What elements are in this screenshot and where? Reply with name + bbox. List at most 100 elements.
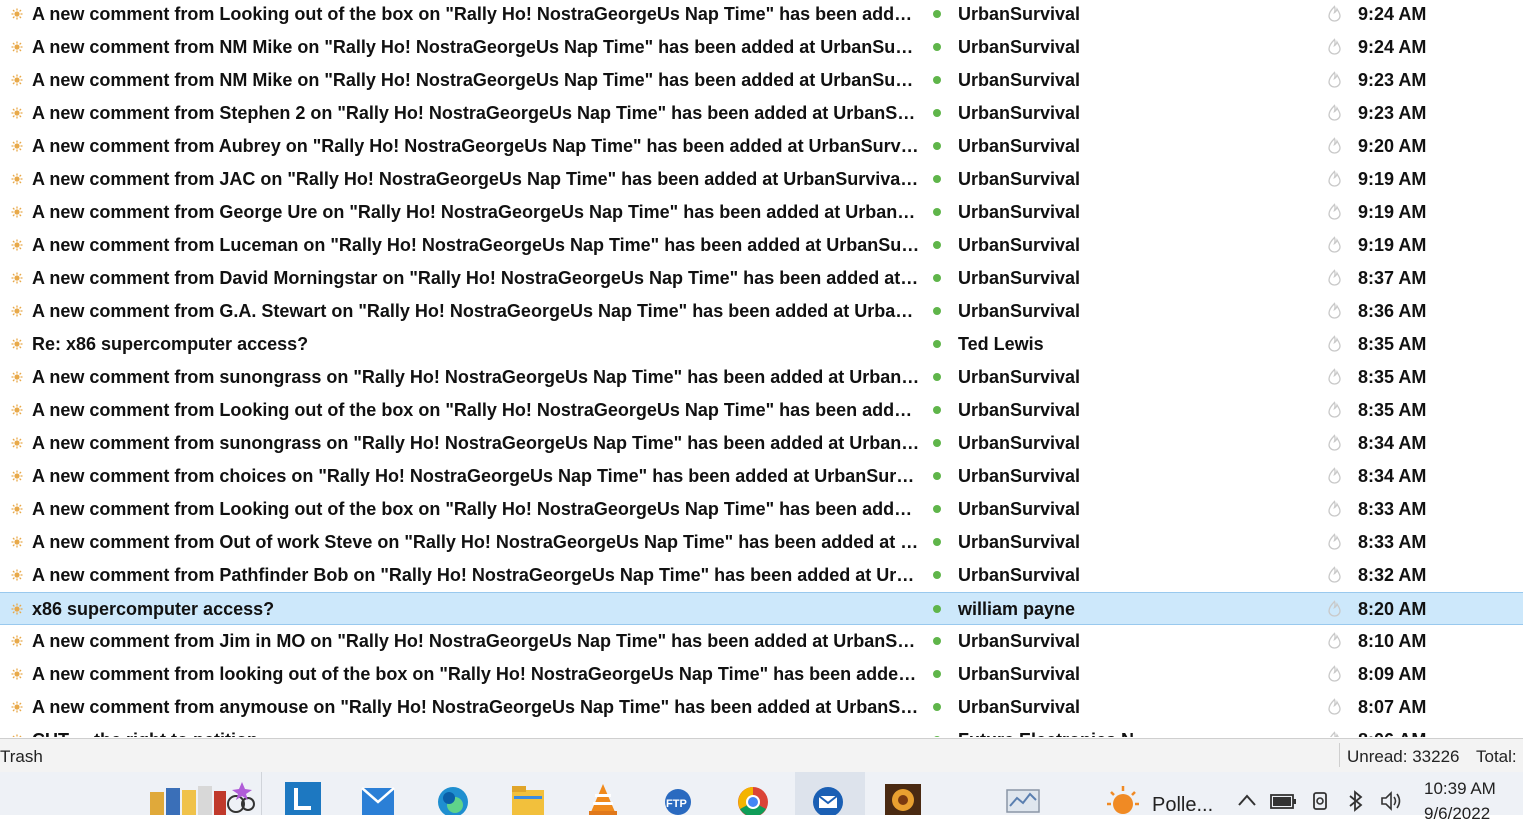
message-sender[interactable]: UrbanSurvival <box>958 696 1258 718</box>
star-icon[interactable] <box>11 569 23 581</box>
message-subject[interactable]: A new comment from Looking out of the bo… <box>32 399 920 421</box>
message-subject[interactable]: A new comment from David Morningstar on … <box>32 267 920 289</box>
media-app-icon[interactable] <box>885 782 921 815</box>
junk-flame-icon[interactable] <box>1326 500 1343 517</box>
junk-flame-icon[interactable] <box>1326 137 1343 154</box>
message-time[interactable]: 9:19 AM <box>1358 168 1458 190</box>
message-row[interactable]: CUT ... the right to petition Future Elec… <box>0 724 1523 737</box>
message-subject[interactable]: A new comment from choices on "Rally Ho!… <box>32 465 920 487</box>
clock-date[interactable]: 9/6/2022 <box>1424 804 1490 824</box>
message-time[interactable]: 9:24 AM <box>1358 3 1458 25</box>
message-time[interactable]: 9:19 AM <box>1358 234 1458 256</box>
star-icon[interactable] <box>11 338 23 350</box>
junk-flame-icon[interactable] <box>1326 533 1343 550</box>
message-row[interactable]: A new comment from Stephen 2 on "Rally H… <box>0 97 1523 130</box>
message-sender[interactable]: UrbanSurvival <box>958 432 1258 454</box>
message-time[interactable]: 9:19 AM <box>1358 201 1458 223</box>
star-icon[interactable] <box>11 470 23 482</box>
message-time[interactable]: 9:23 AM <box>1358 102 1458 124</box>
message-row[interactable]: A new comment from NM Mike on "Rally Ho!… <box>0 64 1523 97</box>
message-sender[interactable]: UrbanSurvival <box>958 234 1258 256</box>
message-time[interactable]: 9:20 AM <box>1358 135 1458 157</box>
message-sender[interactable]: UrbanSurvival <box>958 465 1258 487</box>
message-sender[interactable]: UrbanSurvival <box>958 663 1258 685</box>
camera-icon[interactable] <box>1310 790 1332 812</box>
star-icon[interactable] <box>11 173 23 185</box>
message-time[interactable]: 8:34 AM <box>1358 465 1458 487</box>
ftp-icon[interactable]: FTP <box>660 782 696 815</box>
junk-flame-icon[interactable] <box>1326 401 1343 418</box>
weather-icon[interactable] <box>1105 782 1141 815</box>
message-row[interactable]: A new comment from sunongrass on "Rally … <box>0 427 1523 460</box>
junk-flame-icon[interactable] <box>1326 600 1343 617</box>
message-sender[interactable]: UrbanSurvival <box>958 564 1258 586</box>
message-sender[interactable]: UrbanSurvival <box>958 630 1258 652</box>
junk-flame-icon[interactable] <box>1326 269 1343 286</box>
message-row[interactable]: A new comment from JAC on "Rally Ho! Nos… <box>0 163 1523 196</box>
volume-icon[interactable] <box>1380 790 1404 812</box>
junk-flame-icon[interactable] <box>1326 170 1343 187</box>
star-icon[interactable] <box>11 206 23 218</box>
message-sender[interactable]: UrbanSurvival <box>958 498 1258 520</box>
star-icon[interactable] <box>11 41 23 53</box>
library-app-icon[interactable] <box>150 782 255 815</box>
chevron-up-icon[interactable] <box>1236 792 1258 808</box>
message-subject[interactable]: A new comment from JAC on "Rally Ho! Nos… <box>32 168 920 190</box>
message-row[interactable]: A new comment from looking out of the bo… <box>0 658 1523 691</box>
message-row[interactable]: A new comment from George Ure on "Rally … <box>0 196 1523 229</box>
message-subject[interactable]: A new comment from G.A. Stewart on "Rall… <box>32 300 920 322</box>
message-row[interactable]: Re: x86 supercomputer access? Ted Lewis 8:… <box>0 328 1523 361</box>
junk-flame-icon[interactable] <box>1326 467 1343 484</box>
message-subject[interactable]: A new comment from Pathfinder Bob on "Ra… <box>32 564 920 586</box>
star-icon[interactable] <box>11 734 23 737</box>
message-row[interactable]: A new comment from Looking out of the bo… <box>0 0 1523 31</box>
message-time[interactable]: 8:07 AM <box>1358 696 1458 718</box>
message-row[interactable]: x86 supercomputer access? william payne 8:… <box>0 592 1523 625</box>
junk-flame-icon[interactable] <box>1326 302 1343 319</box>
message-sender[interactable]: UrbanSurvival <box>958 69 1258 91</box>
junk-flame-icon[interactable] <box>1326 566 1343 583</box>
message-row[interactable]: A new comment from choices on "Rally Ho!… <box>0 460 1523 493</box>
message-row[interactable]: A new comment from Jim in MO on "Rally H… <box>0 625 1523 658</box>
message-subject[interactable]: CUT ... the right to petition <box>32 729 920 737</box>
junk-flame-icon[interactable] <box>1326 665 1343 682</box>
message-subject[interactable]: A new comment from looking out of the bo… <box>32 663 920 685</box>
message-subject[interactable]: A new comment from Looking out of the bo… <box>32 3 920 25</box>
message-time[interactable]: 8:35 AM <box>1358 333 1458 355</box>
message-subject[interactable]: A new comment from NM Mike on "Rally Ho!… <box>32 69 920 91</box>
message-sender[interactable]: UrbanSurvival <box>958 267 1258 289</box>
clock-time[interactable]: 10:39 AM <box>1424 779 1496 799</box>
message-row[interactable]: A new comment from Out of work Steve on … <box>0 526 1523 559</box>
star-icon[interactable] <box>11 272 23 284</box>
junk-flame-icon[interactable] <box>1326 104 1343 121</box>
star-icon[interactable] <box>11 305 23 317</box>
message-subject[interactable]: A new comment from anymouse on "Rally Ho… <box>32 696 920 718</box>
message-row[interactable]: A new comment from Looking out of the bo… <box>0 493 1523 526</box>
message-list[interactable]: A new comment from Looking out of the bo… <box>0 0 1523 737</box>
star-icon[interactable] <box>11 668 23 680</box>
vlc-icon[interactable] <box>585 782 621 815</box>
junk-flame-icon[interactable] <box>1326 368 1343 385</box>
message-time[interactable]: 8:32 AM <box>1358 564 1458 586</box>
junk-flame-icon[interactable] <box>1326 731 1343 737</box>
message-subject[interactable]: Re: x86 supercomputer access? <box>32 333 920 355</box>
libreoffice-icon[interactable] <box>285 782 321 815</box>
message-time[interactable]: 9:23 AM <box>1358 69 1458 91</box>
star-icon[interactable] <box>11 701 23 713</box>
junk-flame-icon[interactable] <box>1326 5 1343 22</box>
message-sender[interactable]: UrbanSurvival <box>958 135 1258 157</box>
message-time[interactable]: 8:35 AM <box>1358 399 1458 421</box>
bluetooth-icon[interactable] <box>1343 789 1369 813</box>
message-time[interactable]: 8:37 AM <box>1358 267 1458 289</box>
message-time[interactable]: 9:24 AM <box>1358 36 1458 58</box>
star-icon[interactable] <box>11 437 23 449</box>
message-time[interactable]: 8:33 AM <box>1358 531 1458 553</box>
message-time[interactable]: 8:35 AM <box>1358 366 1458 388</box>
junk-flame-icon[interactable] <box>1326 236 1343 253</box>
message-time[interactable]: 8:36 AM <box>1358 300 1458 322</box>
message-subject[interactable]: A new comment from sunongrass on "Rally … <box>32 366 920 388</box>
message-row[interactable]: A new comment from Looking out of the bo… <box>0 394 1523 427</box>
message-row[interactable]: A new comment from sunongrass on "Rally … <box>0 361 1523 394</box>
message-subject[interactable]: A new comment from Jim in MO on "Rally H… <box>32 630 920 652</box>
battery-icon[interactable] <box>1270 792 1298 810</box>
